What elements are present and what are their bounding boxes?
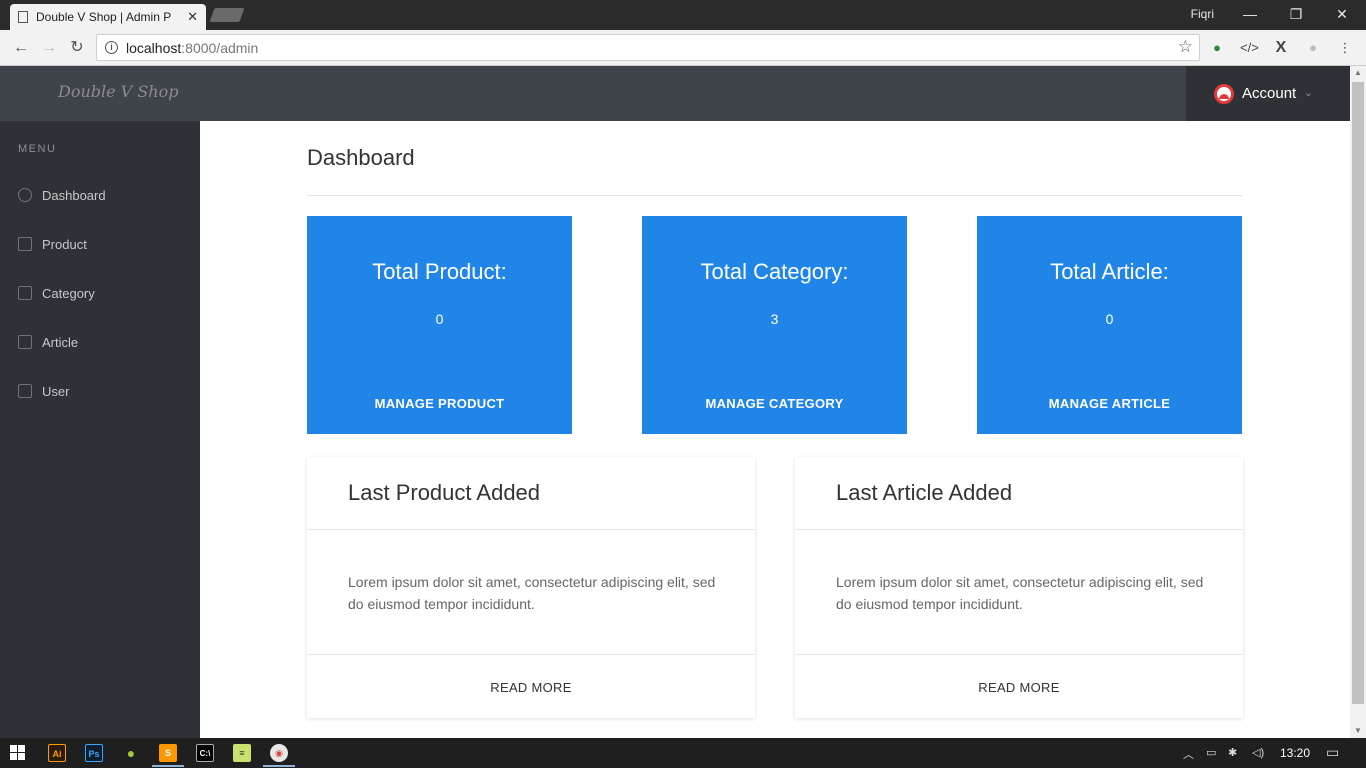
divider	[307, 654, 755, 655]
taskbar: Ai Ps ● S C:\ ≡ ◉ ︿ ▭ ✱ ◁) 13:20 ▭	[0, 738, 1366, 768]
code-icon[interactable]: </>	[1240, 39, 1259, 57]
volume-icon[interactable]: ◁)	[1252, 746, 1264, 759]
chrome-menu-icon[interactable]: ⋮	[1336, 39, 1354, 57]
scroll-down-icon[interactable]: ▼	[1350, 724, 1366, 738]
divider	[795, 654, 1243, 655]
panel-title: Last Article Added	[836, 480, 1013, 505]
app-header: Double V Shop Account ⌄	[0, 66, 1350, 121]
manage-article-link[interactable]: MANAGE ARTICLE	[977, 396, 1242, 411]
divider	[795, 529, 1243, 530]
active-indicator	[152, 765, 184, 767]
notepad-icon[interactable]: ≡	[233, 744, 251, 762]
stat-value: 0	[1105, 311, 1114, 327]
stat-card-article: Total Article: 0 MANAGE ARTICLE	[977, 216, 1242, 434]
sidebar-item-product[interactable]: Product	[18, 234, 87, 254]
last-product-panel: Last Product Added Lorem ipsum dolor sit…	[307, 457, 755, 718]
divider	[307, 529, 755, 530]
stat-title: Total Product:	[372, 259, 507, 284]
clock[interactable]: 13:20	[1280, 746, 1310, 760]
browser-tab[interactable]: Double V Shop | Admin P ✕	[10, 4, 206, 30]
tab-title: Double V Shop | Admin P	[36, 10, 172, 24]
close-tab-icon[interactable]: ✕	[187, 9, 198, 25]
active-indicator	[263, 765, 295, 767]
notifications-icon[interactable]: ▭	[1326, 744, 1339, 761]
browser-titlebar: Double V Shop | Admin P ✕ Fiqri — ❐ ✕	[0, 0, 1366, 30]
page-scrollbar[interactable]: ▲ ▼	[1350, 66, 1366, 738]
terminal-icon[interactable]: C:\	[196, 744, 214, 762]
android-studio-icon[interactable]: ●	[122, 744, 140, 762]
last-article-panel: Last Article Added Lorem ipsum dolor sit…	[795, 457, 1243, 718]
close-window-icon[interactable]: ✕	[1330, 4, 1354, 24]
panel-text: Lorem ipsum dolor sit amet, consectetur …	[348, 574, 716, 612]
forward-icon[interactable]: →	[38, 37, 60, 59]
browser-toolbar: ← → ↻ i localhost:8000/admin ☆ ● </> X ●…	[0, 30, 1366, 66]
brand-logo[interactable]: Double V Shop	[58, 82, 178, 101]
dashboard-icon	[18, 188, 32, 202]
sidebar: MENU Dashboard Product Category Article …	[0, 121, 200, 738]
minimize-icon[interactable]: —	[1238, 4, 1262, 24]
bookmark-icon	[18, 335, 32, 349]
menu-heading: MENU	[18, 143, 57, 155]
sidebar-item-label: Category	[42, 285, 95, 301]
illustrator-icon[interactable]: Ai	[48, 744, 66, 762]
chevron-down-icon: ⌄	[1304, 88, 1313, 99]
scroll-thumb[interactable]	[1352, 82, 1364, 704]
stat-title: Total Category:	[700, 259, 849, 284]
panel-title: Last Product Added	[348, 480, 541, 505]
stat-card-category: Total Category: 3 MANAGE CATEGORY	[642, 216, 907, 434]
windows-start-icon[interactable]	[10, 745, 26, 761]
bookmark-icon	[18, 237, 32, 251]
page-title: Dashboard	[307, 145, 415, 170]
network-icon[interactable]: ✱	[1228, 746, 1237, 759]
x-extension-icon[interactable]: X	[1272, 39, 1290, 57]
tray-chevron-icon[interactable]: ︿	[1183, 746, 1194, 762]
image-icon	[18, 384, 32, 398]
extension-icon[interactable]: ●	[1304, 39, 1322, 57]
reload-icon[interactable]: ↻	[66, 37, 88, 59]
restore-icon[interactable]: ❐	[1284, 4, 1308, 24]
stat-value: 0	[435, 311, 444, 327]
account-menu[interactable]: Account ⌄	[1186, 66, 1350, 121]
manage-category-link[interactable]: MANAGE CATEGORY	[642, 396, 907, 411]
stat-title: Total Article:	[1050, 259, 1169, 284]
profile-name[interactable]: Fiqri	[1191, 7, 1214, 21]
sidebar-item-label: Product	[42, 236, 87, 252]
extension-globe-icon[interactable]: ●	[1208, 39, 1226, 57]
bookmark-icon	[18, 286, 32, 300]
account-label: Account	[1242, 85, 1297, 102]
sidebar-item-label: Article	[42, 334, 79, 350]
manage-product-link[interactable]: MANAGE PRODUCT	[307, 396, 572, 411]
new-tab-button[interactable]	[209, 8, 245, 22]
sidebar-item-dashboard[interactable]: Dashboard	[18, 185, 106, 205]
read-more-link[interactable]: READ MORE	[795, 680, 1243, 695]
avatar	[1214, 83, 1234, 104]
stat-card-product: Total Product: 0 MANAGE PRODUCT	[307, 216, 572, 434]
back-icon[interactable]: ←	[10, 37, 32, 59]
read-more-link[interactable]: READ MORE	[307, 680, 755, 695]
sublime-text-icon[interactable]: S	[159, 744, 177, 762]
url-host: localhost	[126, 39, 182, 56]
sidebar-item-article[interactable]: Article	[18, 332, 78, 352]
sidebar-item-label: Dashboard	[42, 187, 106, 203]
photoshop-icon[interactable]: Ps	[85, 744, 103, 762]
sidebar-item-user[interactable]: User	[18, 381, 69, 401]
chrome-icon[interactable]: ◉	[270, 744, 288, 762]
scroll-up-icon[interactable]: ▲	[1350, 66, 1366, 80]
panel-text: Lorem ipsum dolor sit amet, consectetur …	[836, 574, 1204, 612]
divider	[307, 195, 1242, 196]
info-icon[interactable]: i	[105, 41, 118, 54]
sidebar-item-label: User	[42, 383, 70, 399]
address-bar[interactable]: i localhost:8000/admin ☆	[96, 34, 1200, 61]
battery-icon[interactable]: ▭	[1206, 746, 1216, 759]
sidebar-item-category[interactable]: Category	[18, 283, 95, 303]
page-icon	[18, 11, 28, 23]
stat-value: 3	[770, 311, 779, 327]
url-path: :8000/admin	[181, 39, 259, 56]
bookmark-star-icon[interactable]: ☆	[1178, 37, 1193, 57]
